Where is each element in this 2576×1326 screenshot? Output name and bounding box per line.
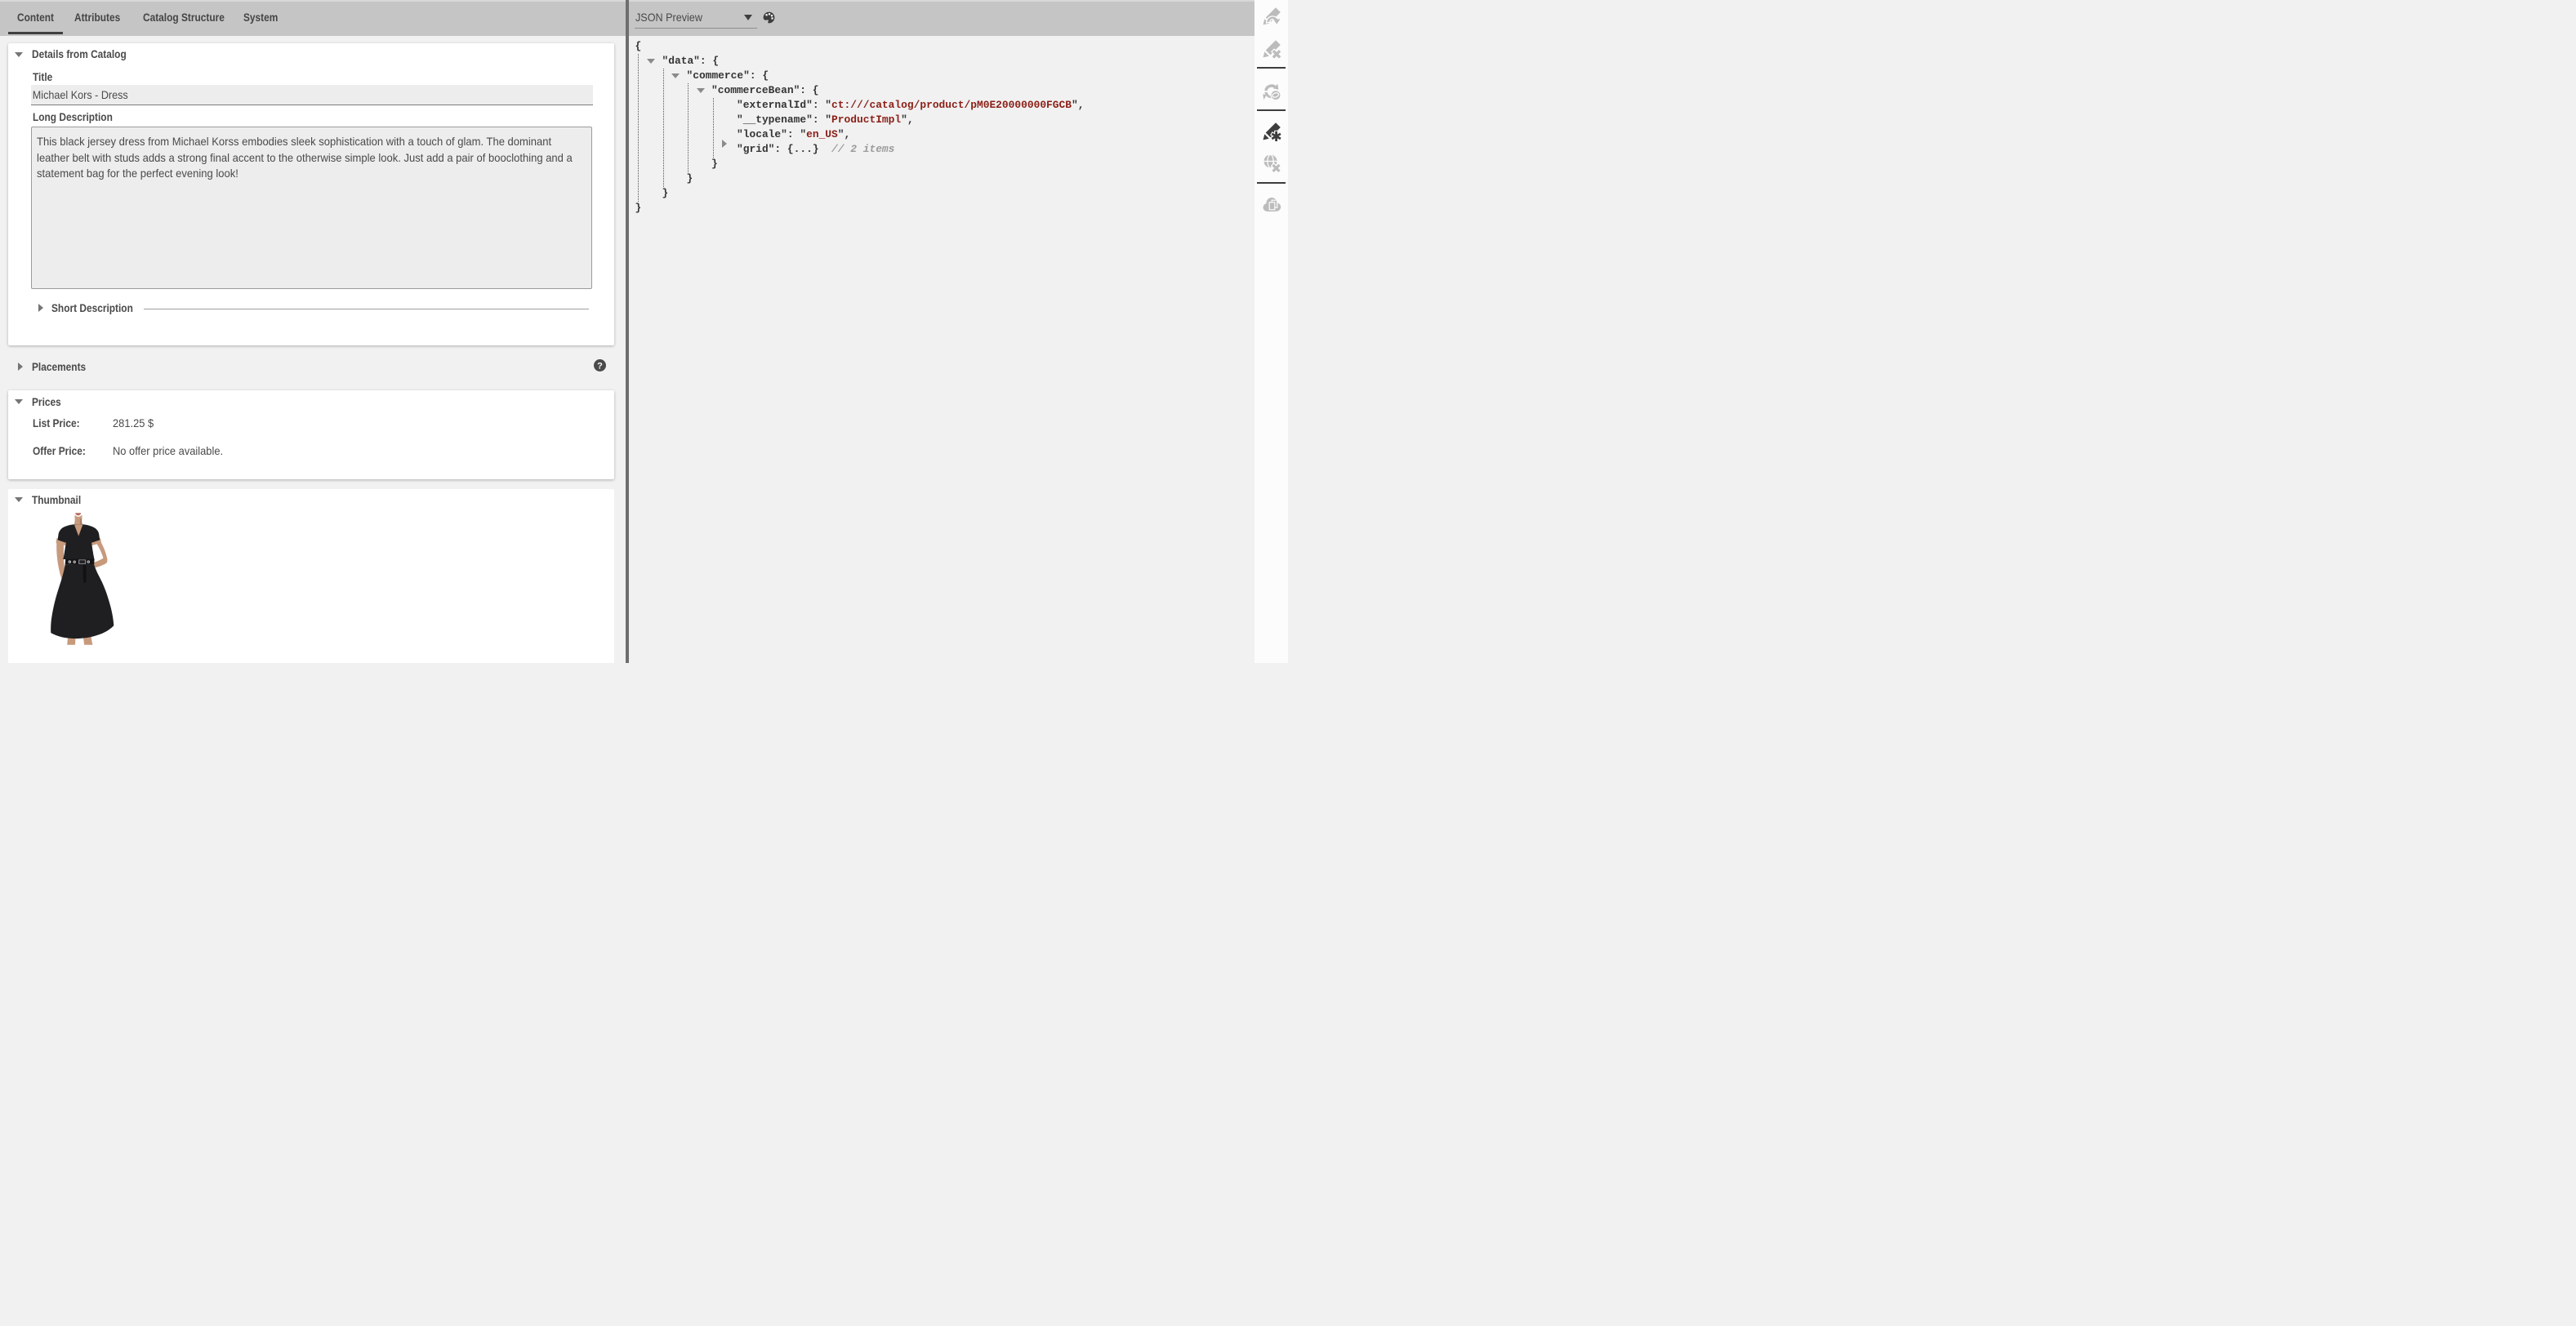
svg-text:?: ? <box>598 361 604 371</box>
